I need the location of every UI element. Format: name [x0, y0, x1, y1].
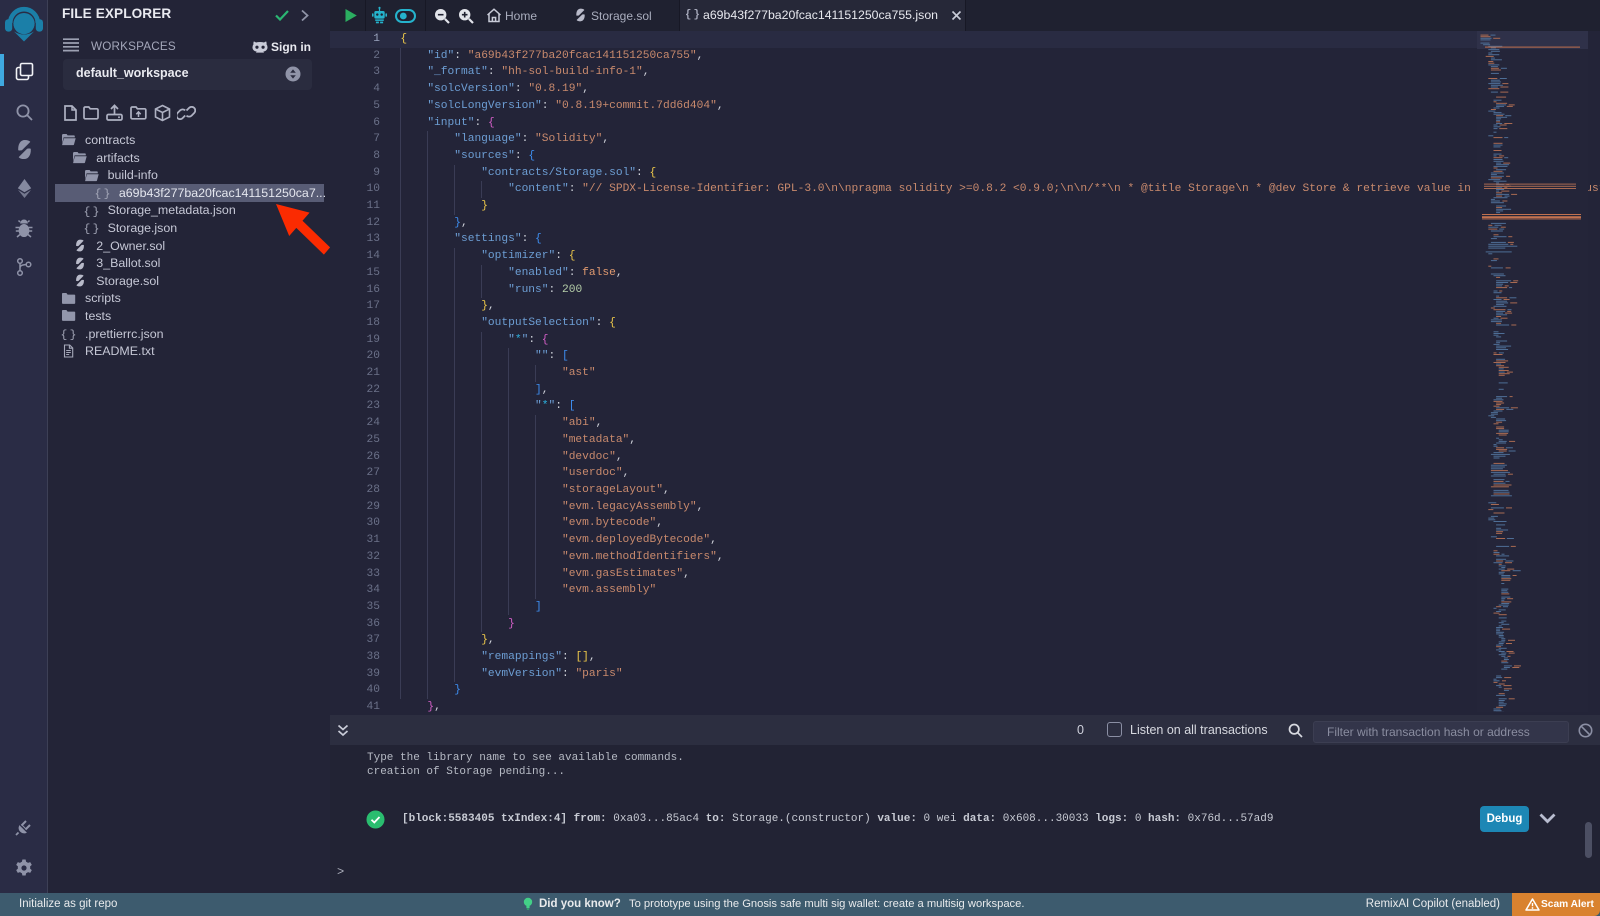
svg-text:{ }: { }: [61, 329, 76, 340]
svg-text:{ }: { }: [95, 189, 110, 200]
svg-text:{ }: { }: [84, 206, 99, 217]
svg-text:{ }: { }: [84, 224, 99, 235]
